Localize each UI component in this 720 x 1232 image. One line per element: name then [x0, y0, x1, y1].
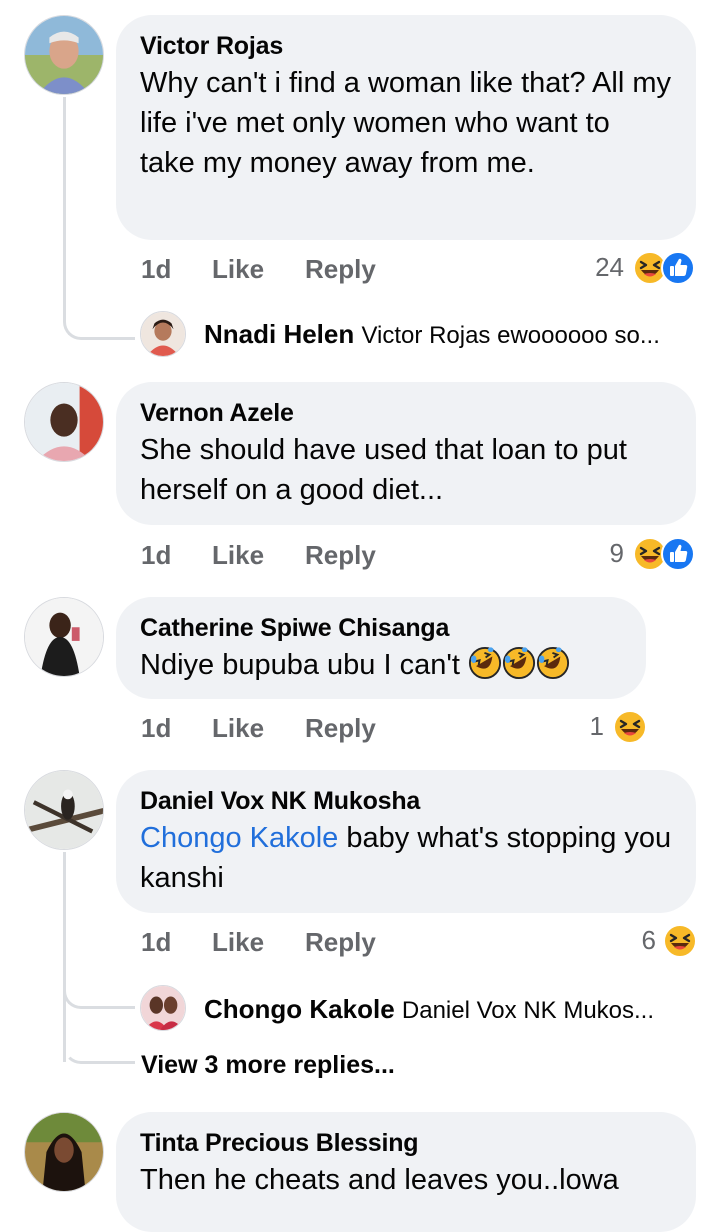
- comment-text: Then he cheats and leaves you..lowa: [140, 1164, 619, 1196]
- comment-time[interactable]: 1d: [141, 254, 171, 284]
- like-button[interactable]: Like: [212, 713, 264, 743]
- avatar[interactable]: [24, 382, 104, 462]
- commenter-name[interactable]: Catherine Spiwe Chisanga: [140, 613, 622, 643]
- commenter-name[interactable]: Tinta Precious Blessing: [140, 1128, 672, 1158]
- reaction-count[interactable]: 6: [602, 925, 656, 955]
- reply-author[interactable]: Nnadi Helen: [204, 319, 354, 349]
- avatar[interactable]: [24, 597, 104, 677]
- commenter-name[interactable]: Vernon Azele: [140, 398, 672, 428]
- comment-text: Why can't i find a woman like that? All …: [140, 67, 671, 179]
- like-icon: [660, 250, 696, 286]
- reply-button[interactable]: Reply: [305, 927, 376, 957]
- rofl-icon: [502, 646, 536, 680]
- reply-preview[interactable]: Nnadi Helen Victor Rojas ewoooooo so...: [204, 318, 660, 352]
- comment-time[interactable]: 1d: [141, 713, 171, 743]
- reply-button[interactable]: Reply: [305, 254, 376, 284]
- like-button[interactable]: Like: [212, 540, 264, 570]
- thread-connector: [63, 1000, 135, 1064]
- comment-bubble: Daniel Vox NK Mukosha Chongo Kakole baby…: [116, 770, 696, 913]
- comment-bubble: Catherine Spiwe Chisanga Ndiye bupuba ub…: [116, 597, 646, 699]
- reaction-count[interactable]: 9: [570, 538, 624, 568]
- comment-time[interactable]: 1d: [141, 927, 171, 957]
- laugh-icon: [662, 923, 698, 959]
- comment-text: She should have used that loan to put he…: [140, 434, 627, 506]
- reply-preview[interactable]: Chongo Kakole Daniel Vox NK Mukos...: [204, 993, 654, 1027]
- reply-avatar[interactable]: [140, 311, 186, 357]
- commenter-name[interactable]: Daniel Vox NK Mukosha: [140, 786, 672, 816]
- avatar[interactable]: [24, 770, 104, 850]
- avatar[interactable]: [24, 1112, 104, 1192]
- reply-snippet: Victor Rojas ewoooooo so...: [361, 322, 660, 349]
- like-button[interactable]: Like: [212, 254, 264, 284]
- comment-bubble: Victor Rojas Why can't i find a woman li…: [116, 15, 696, 240]
- commenter-name[interactable]: Victor Rojas: [140, 31, 672, 61]
- mention-link[interactable]: Chongo Kakole: [140, 822, 338, 854]
- laugh-icon: [612, 709, 648, 745]
- like-button[interactable]: Like: [212, 927, 264, 957]
- comment-bubble: Vernon Azele She should have used that l…: [116, 382, 696, 525]
- rofl-icon: [468, 646, 502, 680]
- rofl-icon: [536, 646, 570, 680]
- comment-time[interactable]: 1d: [141, 540, 171, 570]
- reaction-count[interactable]: 1: [550, 711, 604, 741]
- reaction-count[interactable]: 24: [570, 252, 624, 282]
- comment-bubble: Tinta Precious Blessing Then he cheats a…: [116, 1112, 696, 1232]
- reply-button[interactable]: Reply: [305, 713, 376, 743]
- view-more-replies-link[interactable]: View 3 more replies...: [141, 1050, 395, 1080]
- reply-author[interactable]: Chongo Kakole: [204, 994, 395, 1024]
- comment-text: Ndiye bupuba ubu I can't: [140, 649, 460, 681]
- avatar[interactable]: [24, 15, 104, 95]
- reply-button[interactable]: Reply: [305, 540, 376, 570]
- like-icon: [660, 536, 696, 572]
- reply-avatar[interactable]: [140, 985, 186, 1031]
- reply-snippet: Daniel Vox NK Mukos...: [401, 997, 655, 1024]
